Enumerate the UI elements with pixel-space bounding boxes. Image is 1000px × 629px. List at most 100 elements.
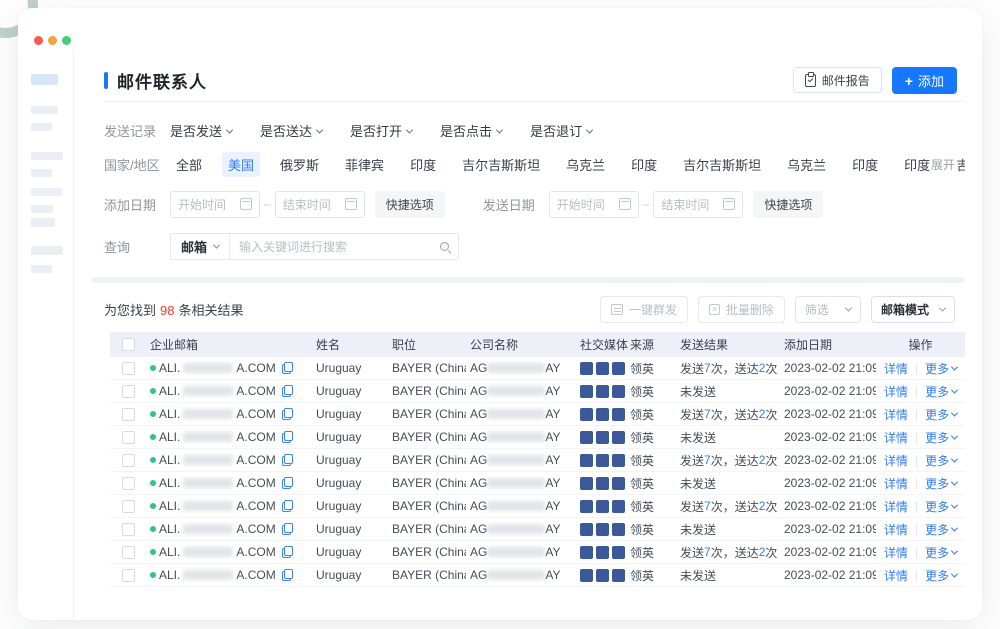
- mailbox-mode-select[interactable]: 邮箱模式: [871, 296, 955, 323]
- country-chip[interactable]: 乌克兰: [560, 152, 611, 177]
- country-chip[interactable]: 印度: [846, 152, 884, 177]
- sidebar-skeleton-item[interactable]: [31, 188, 62, 196]
- sidebar-skeleton-item[interactable]: [31, 123, 52, 131]
- facebook-icon[interactable]: [596, 431, 609, 444]
- copy-icon[interactable]: [282, 569, 293, 581]
- country-chip[interactable]: 俄罗斯: [274, 152, 325, 177]
- sidebar-skeleton-item-active[interactable]: [31, 74, 58, 85]
- detail-link[interactable]: 详情: [884, 452, 908, 469]
- sidebar-skeleton-item[interactable]: [31, 169, 52, 177]
- add-button[interactable]: + 添加: [892, 67, 957, 94]
- copy-icon[interactable]: [282, 454, 293, 466]
- more-link[interactable]: 更多: [925, 498, 957, 515]
- more-link[interactable]: 更多: [925, 475, 957, 492]
- facebook-icon[interactable]: [580, 362, 593, 375]
- sidebar-skeleton-item[interactable]: [31, 205, 53, 213]
- sidebar-skeleton-item[interactable]: [31, 218, 55, 227]
- bulk-send-button[interactable]: 一键群发: [600, 296, 688, 323]
- filter-dropdown[interactable]: 是否送达: [260, 121, 322, 140]
- copy-icon[interactable]: [282, 431, 293, 443]
- row-checkbox[interactable]: [122, 362, 135, 375]
- more-link[interactable]: 更多: [925, 452, 957, 469]
- facebook-icon[interactable]: [612, 408, 625, 421]
- copy-icon[interactable]: [282, 477, 293, 489]
- facebook-icon[interactable]: [596, 546, 609, 559]
- detail-link[interactable]: 详情: [884, 406, 908, 423]
- facebook-icon[interactable]: [596, 500, 609, 513]
- copy-icon[interactable]: [282, 362, 293, 374]
- query-field-select[interactable]: 邮箱: [171, 234, 230, 259]
- facebook-icon[interactable]: [580, 385, 593, 398]
- search-input[interactable]: 输入关键词进行搜索: [230, 238, 458, 255]
- facebook-icon[interactable]: [580, 569, 593, 582]
- close-window-icon[interactable]: [34, 36, 43, 45]
- minimize-window-icon[interactable]: [48, 36, 57, 45]
- row-checkbox[interactable]: [122, 408, 135, 421]
- filter-dropdown[interactable]: 是否发送: [170, 121, 232, 140]
- facebook-icon[interactable]: [612, 477, 625, 490]
- facebook-icon[interactable]: [596, 569, 609, 582]
- add-date-quick-button[interactable]: 快捷选项: [375, 191, 445, 218]
- more-link[interactable]: 更多: [925, 521, 957, 538]
- copy-icon[interactable]: [282, 523, 293, 535]
- row-checkbox[interactable]: [122, 546, 135, 559]
- filter-dropdown[interactable]: 是否点击: [440, 121, 502, 140]
- filter-dropdown[interactable]: 是否退订: [530, 121, 592, 140]
- detail-link[interactable]: 详情: [884, 544, 908, 561]
- facebook-icon[interactable]: [580, 477, 593, 490]
- row-checkbox[interactable]: [122, 477, 135, 490]
- facebook-icon[interactable]: [612, 546, 625, 559]
- sidebar-skeleton-item[interactable]: [31, 265, 52, 273]
- facebook-icon[interactable]: [612, 523, 625, 536]
- detail-link[interactable]: 详情: [884, 475, 908, 492]
- facebook-icon[interactable]: [596, 385, 609, 398]
- country-chip[interactable]: 美国: [222, 152, 260, 177]
- sidebar-skeleton-item[interactable]: [31, 246, 63, 255]
- facebook-icon[interactable]: [596, 477, 609, 490]
- send-date-end-input[interactable]: 结束时间: [653, 191, 743, 218]
- maximize-window-icon[interactable]: [62, 36, 71, 45]
- facebook-icon[interactable]: [596, 408, 609, 421]
- facebook-icon[interactable]: [596, 523, 609, 536]
- add-date-end-input[interactable]: 结束时间: [275, 191, 365, 218]
- country-chip[interactable]: 印度: [625, 152, 663, 177]
- facebook-icon[interactable]: [580, 500, 593, 513]
- add-date-start-input[interactable]: 开始时间: [170, 191, 260, 218]
- row-checkbox[interactable]: [122, 454, 135, 467]
- facebook-icon[interactable]: [612, 500, 625, 513]
- facebook-icon[interactable]: [612, 362, 625, 375]
- copy-icon[interactable]: [282, 500, 293, 512]
- detail-link[interactable]: 详情: [884, 383, 908, 400]
- sidebar-skeleton-item[interactable]: [31, 152, 63, 160]
- send-date-start-input[interactable]: 开始时间: [549, 191, 639, 218]
- facebook-icon[interactable]: [580, 431, 593, 444]
- facebook-icon[interactable]: [596, 362, 609, 375]
- facebook-icon[interactable]: [612, 454, 625, 467]
- detail-link[interactable]: 详情: [884, 429, 908, 446]
- row-checkbox[interactable]: [122, 523, 135, 536]
- bulk-delete-button[interactable]: × 批量删除: [698, 296, 785, 323]
- more-link[interactable]: 更多: [925, 360, 957, 377]
- copy-icon[interactable]: [282, 385, 293, 397]
- detail-link[interactable]: 详情: [884, 521, 908, 538]
- filter-select[interactable]: 筛选: [795, 296, 861, 323]
- more-link[interactable]: 更多: [925, 544, 957, 561]
- expand-link[interactable]: 展开: [931, 156, 965, 173]
- country-chip[interactable]: 乌克兰: [781, 152, 832, 177]
- facebook-icon[interactable]: [612, 385, 625, 398]
- more-link[interactable]: 更多: [925, 406, 957, 423]
- more-link[interactable]: 更多: [925, 567, 957, 584]
- row-checkbox[interactable]: [122, 385, 135, 398]
- search-icon[interactable]: [440, 242, 449, 251]
- detail-link[interactable]: 详情: [884, 360, 908, 377]
- country-chip[interactable]: 印度: [404, 152, 442, 177]
- mail-report-button[interactable]: 邮件报告: [793, 67, 882, 93]
- copy-icon[interactable]: [282, 546, 293, 558]
- row-checkbox[interactable]: [122, 431, 135, 444]
- facebook-icon[interactable]: [580, 523, 593, 536]
- more-link[interactable]: 更多: [925, 429, 957, 446]
- country-chip[interactable]: 吉尔吉斯斯坦: [456, 152, 546, 177]
- country-chip[interactable]: 吉尔吉斯斯坦: [677, 152, 767, 177]
- select-all-checkbox[interactable]: [122, 338, 135, 351]
- filter-dropdown[interactable]: 是否打开: [350, 121, 412, 140]
